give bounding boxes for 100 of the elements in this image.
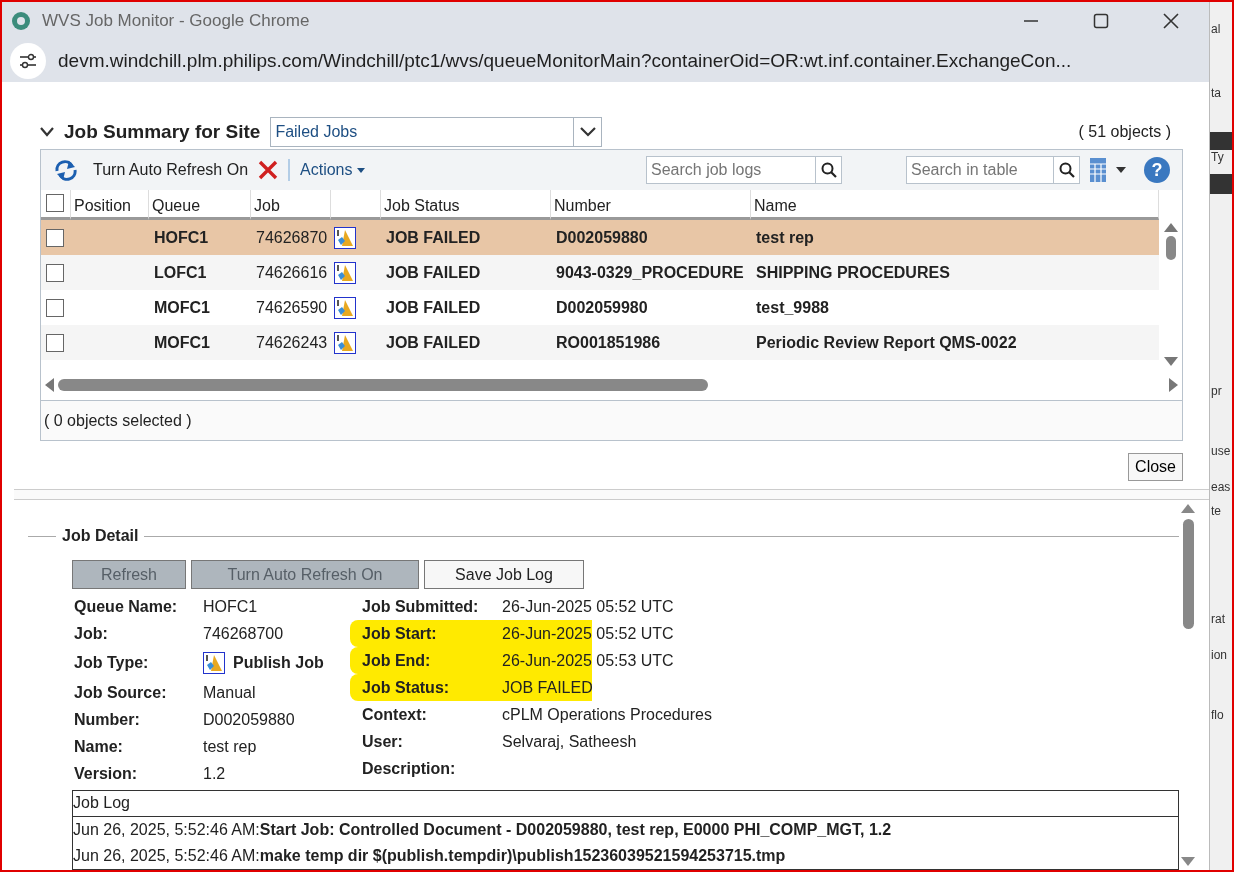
publish-icon <box>334 261 356 284</box>
field-label: Number: <box>74 709 141 730</box>
chevron-icon[interactable] <box>40 127 54 137</box>
field-label: Job Type: <box>74 653 150 673</box>
table-cell-text: D002059980 <box>555 297 649 318</box>
row-checkbox[interactable] <box>46 263 64 282</box>
field-label: Job End: <box>362 650 432 671</box>
field-value: test rep <box>203 736 257 757</box>
scroll-up-icon[interactable] <box>1163 223 1178 232</box>
field-value: Selvaraj, Satheesh <box>502 731 637 752</box>
table-cell-text: LOFC1 <box>153 262 208 283</box>
site-settings-button[interactable] <box>10 42 46 79</box>
field-label: Queue Name: <box>74 596 179 617</box>
app-icon <box>10 9 32 32</box>
background-text: pr <box>1211 383 1222 400</box>
divider-icon <box>288 159 291 181</box>
refresh-icon[interactable] <box>53 159 79 181</box>
field-label: Version: <box>74 763 139 784</box>
search-button[interactable] <box>1054 156 1080 184</box>
select-all-checkbox[interactable] <box>46 194 64 212</box>
log-search-field[interactable]: Search job logs <box>646 156 816 184</box>
field-value: D002059880 <box>203 709 295 730</box>
publish-icon <box>334 331 356 354</box>
sliders-icon <box>19 52 37 69</box>
table-cell-text: test_9988 <box>755 297 830 318</box>
table-cell-text: 9043-0329_PROCEDURE <box>555 262 745 283</box>
row-checkbox[interactable] <box>46 228 64 247</box>
scroll-down-icon[interactable] <box>1181 857 1195 866</box>
maximize-icon[interactable] <box>1093 12 1109 29</box>
help-button[interactable]: ? <box>1144 157 1170 183</box>
section-title: Job Detail <box>62 526 139 546</box>
field-label: Name: <box>74 736 124 757</box>
field-value: Publish Job <box>233 653 324 673</box>
close-icon[interactable] <box>1163 12 1179 29</box>
caret-icon <box>356 168 365 174</box>
table-cell-text: test rep <box>755 227 815 248</box>
background-text: ta <box>1211 85 1221 102</box>
table-search-field[interactable]: Search in table <box>906 156 1054 184</box>
actions-menu[interactable]: Actions <box>300 158 365 182</box>
table-cell-text: 74626870 <box>255 227 329 248</box>
table-row[interactable]: LOFC1 74626616 JOB FAILED 9043-0329_PROCEDURE SHIPPING PROCEDURES <box>41 255 1159 290</box>
scroll-down-icon[interactable] <box>1163 357 1178 366</box>
scroll-up-icon[interactable] <box>1181 504 1195 513</box>
table-row[interactable]: MOFC1 74626243 JOB FAILED RO001851986 Periodic Review Report QMS-0022 <box>41 325 1159 360</box>
auto-refresh-toggle[interactable]: Turn Auto Refresh On <box>93 158 249 182</box>
table-row[interactable]: HOFC1 74626870 JOB FAILED D002059880 test rep <box>41 220 1159 255</box>
close-button[interactable]: Close <box>1128 453 1183 481</box>
field-value: 746268700 <box>203 623 284 644</box>
background-text: flo <box>1211 707 1224 724</box>
field-value: 1.2 <box>203 763 226 784</box>
selection-count: ( 0 objects selected ) <box>44 410 192 431</box>
table-cell-text: JOB FAILED <box>385 227 482 248</box>
action-button[interactable]: Save Job Log <box>424 560 584 589</box>
field-label: Job Source: <box>74 682 168 703</box>
table-cell-text: MOFC1 <box>153 297 211 318</box>
background-text: eas <box>1211 479 1231 496</box>
columns-icon[interactable] <box>1090 158 1106 182</box>
field-value: 26-Jun-2025 05:52 UTC <box>502 623 674 644</box>
publish-icon <box>334 296 356 319</box>
caret-icon[interactable] <box>1116 167 1126 173</box>
field-value: 26-Jun-2025 05:52 UTC <box>502 596 674 617</box>
field-value: JOB FAILED <box>502 677 593 698</box>
row-checkbox[interactable] <box>46 298 64 317</box>
scroll-right-icon[interactable] <box>1169 378 1178 392</box>
field-value: 26-Jun-2025 05:53 UTC <box>502 650 674 671</box>
scroll-left-icon[interactable] <box>45 378 54 392</box>
object-count: ( 51 objects ) <box>1078 122 1171 142</box>
table-cell-text: Periodic Review Report QMS-0022 <box>755 332 1018 353</box>
delete-icon[interactable] <box>258 160 279 180</box>
column-header[interactable]: Job Status <box>381 190 551 220</box>
table-cell-text: MOFC1 <box>153 332 211 353</box>
scrollbar-thumb[interactable] <box>58 379 708 391</box>
table-cell-text: JOB FAILED <box>385 297 482 318</box>
log-line: Jun 26, 2025, 5:52:46 AM:make temp dir $(publish.tempdir)\publish15236039521594253715.tmp <box>73 846 787 866</box>
field-label: Job Start: <box>362 623 438 644</box>
background-text: al <box>1211 21 1221 38</box>
search-icon <box>1058 162 1075 178</box>
table-cell-text: SHIPPING PROCEDURES <box>755 262 951 283</box>
field-label: Job: <box>74 623 109 644</box>
field-value: HOFC1 <box>203 596 258 617</box>
column-header[interactable]: Queue <box>149 190 251 220</box>
field-label: Job Submitted: <box>362 596 480 617</box>
log-line: Jun 26, 2025, 5:52:46 AM:Start Job: Controlled Document - D002059880, test rep, E0000 PHI_COMP_MGT, 1.2 <box>73 820 893 840</box>
column-header[interactable]: Number <box>551 190 751 220</box>
filter-dropdown[interactable]: Failed Jobs <box>270 117 603 147</box>
column-header[interactable]: Position <box>71 190 149 220</box>
field-label: User: <box>362 731 404 752</box>
row-checkbox[interactable] <box>46 333 64 352</box>
column-header[interactable]: Job <box>251 190 331 220</box>
table-cell-text: JOB FAILED <box>385 262 482 283</box>
column-header[interactable]: Name <box>751 190 1159 220</box>
scrollbar-thumb[interactable] <box>1182 519 1194 629</box>
field-label: Context: <box>362 704 428 725</box>
scrollbar-thumb[interactable] <box>1165 236 1176 260</box>
background-bar <box>1210 174 1232 194</box>
column-header[interactable] <box>331 190 381 220</box>
log-title: Job Log <box>73 791 1178 817</box>
field-value: Manual <box>203 682 256 703</box>
publish-icon <box>203 652 225 674</box>
search-button[interactable] <box>816 156 842 184</box>
